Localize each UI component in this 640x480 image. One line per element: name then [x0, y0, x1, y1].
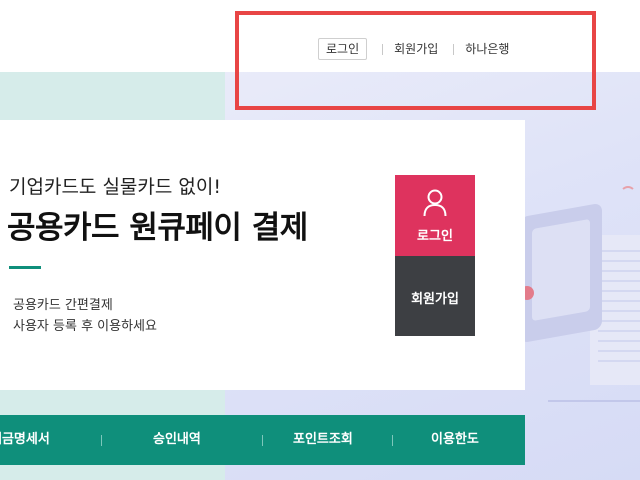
- quick-menu-divider: [101, 435, 102, 446]
- hero-title: 공용카드 원큐페이 결제: [7, 210, 308, 246]
- hero-subtitle: 기업카드도 실물카드 없이!: [9, 176, 221, 198]
- hero-card: 기업카드도 실물카드 없이! 공용카드 원큐페이 결제 공용카드 간편결제 사용…: [0, 120, 525, 390]
- user-icon: [423, 189, 447, 217]
- hero-description: 공용카드 간편결제 사용자 등록 후 이용하세요: [13, 295, 157, 337]
- quick-menu-points[interactable]: 포인트조회: [293, 415, 353, 465]
- ground-line-illustration: [548, 400, 640, 402]
- highlight-annotation-box: [235, 11, 596, 110]
- quick-menu-divider: [392, 435, 393, 446]
- hero-description-line: 사용자 등록 후 이용하세요: [13, 319, 157, 334]
- quick-menu-limit[interactable]: 이용한도: [431, 415, 479, 465]
- hero-login-label: 로그인: [417, 229, 453, 244]
- quick-menu-approvals[interactable]: 승인내역: [153, 415, 201, 465]
- hero-description-line: 공용카드 간편결제: [13, 298, 113, 313]
- quick-menu-statement[interactable]: 대금명세서: [0, 415, 50, 465]
- quick-menu-bar: 대금명세서 승인내역 포인트조회 이용한도: [0, 415, 525, 465]
- building-windows-illustration: [598, 250, 640, 370]
- title-accent-line: [9, 266, 41, 269]
- quick-menu-divider: [262, 435, 263, 446]
- wifi-icon: [620, 186, 636, 202]
- phone-screen-illustration: [532, 218, 590, 322]
- hero-signup-label: 회원가입: [411, 292, 459, 307]
- hero-login-button[interactable]: 로그인: [395, 175, 475, 256]
- hero-signup-button[interactable]: 회원가입: [395, 256, 475, 336]
